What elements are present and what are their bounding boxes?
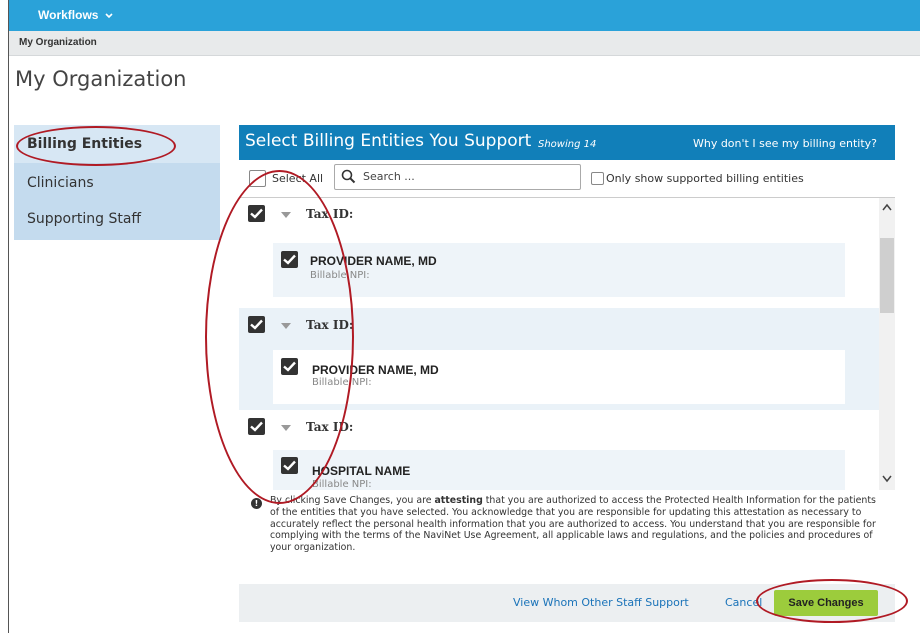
attestation-notice: ! By clicking Save Changes, you are atte… <box>239 492 895 582</box>
collapse-triangle-icon[interactable] <box>281 425 291 431</box>
entity-group-checkbox[interactable] <box>248 316 265 333</box>
search-input[interactable] <box>361 169 575 184</box>
scroll-down-icon[interactable] <box>882 472 892 486</box>
scroll-up-icon[interactable] <box>882 200 892 214</box>
list-scrollbar[interactable] <box>879 198 895 490</box>
sidebar-item-supporting-staff[interactable]: Supporting Staff <box>27 211 141 227</box>
panel-title: Select Billing Entities You Support <box>245 131 532 151</box>
sidebar: Billing Entities Clinicians Supporting S… <box>14 125 220 240</box>
tax-id-label: Tax ID: <box>306 318 354 332</box>
provider-name: PROVIDER NAME, MD <box>310 254 437 268</box>
npi-label: Billable NPI: <box>312 479 372 490</box>
page-left-border <box>8 0 9 633</box>
tax-id-label: Tax ID: <box>306 207 354 221</box>
top-nav-bar: Workflows <box>9 0 920 31</box>
entity-group-checkbox[interactable] <box>248 205 265 222</box>
entity-group-header: Tax ID: <box>239 411 879 443</box>
why-link[interactable]: Why don't I see my billing entity? <box>693 137 877 150</box>
workflows-label: Workflows <box>38 8 99 22</box>
showing-count: Showing 14 <box>538 139 597 150</box>
entity-group-header: Tax ID: <box>239 198 879 230</box>
billing-entities-panel: Select Billing Entities You Support Show… <box>239 125 895 622</box>
sidebar-item-billing-entities[interactable]: Billing Entities <box>27 136 142 152</box>
breadcrumb: My Organization <box>9 31 920 56</box>
scrollbar-thumb[interactable] <box>880 238 894 313</box>
attestation-text: By clicking Save Changes, you are attest… <box>270 495 882 554</box>
page-title: My Organization <box>15 67 187 91</box>
tax-id-label: Tax ID: <box>306 420 354 434</box>
entity-card: PROVIDER NAME, MD Billable NPI: <box>273 350 845 404</box>
workflows-menu[interactable]: Workflows <box>38 8 113 22</box>
provider-name: PROVIDER NAME, MD <box>312 363 439 377</box>
only-supported-checkbox[interactable] <box>591 172 604 185</box>
panel-header: Select Billing Entities You Support Show… <box>239 125 895 160</box>
cancel-link[interactable]: Cancel <box>725 596 762 609</box>
filter-toolbar: Select All Only show supported billing e… <box>239 160 895 198</box>
info-icon: ! <box>251 498 262 509</box>
entity-group-header: Tax ID: <box>239 308 879 340</box>
select-all-checkbox[interactable] <box>249 170 266 187</box>
sidebar-item-clinicians[interactable]: Clinicians <box>27 175 94 191</box>
npi-label: Billable NPI: <box>310 270 370 281</box>
attestation-text-bold: attesting <box>434 495 483 506</box>
save-changes-button[interactable]: Save Changes <box>774 590 878 616</box>
entity-checkbox[interactable] <box>281 457 298 474</box>
provider-name: HOSPITAL NAME <box>312 464 411 478</box>
entity-checkbox[interactable] <box>281 358 298 375</box>
entity-checkbox[interactable] <box>281 251 298 268</box>
entity-card: PROVIDER NAME, MD Billable NPI: <box>273 243 845 297</box>
entity-card: HOSPITAL NAME Billable NPI: <box>273 450 845 490</box>
attestation-text-before: By clicking Save Changes, you are <box>270 495 435 506</box>
collapse-triangle-icon[interactable] <box>281 212 291 218</box>
chevron-down-icon <box>105 8 113 22</box>
select-all-label: Select All <box>272 172 324 185</box>
breadcrumb-item[interactable]: My Organization <box>19 37 97 48</box>
view-staff-support-link[interactable]: View Whom Other Staff Support <box>513 596 689 609</box>
search-icon <box>341 169 356 188</box>
entity-list: Tax ID: PROVIDER NAME, MD Billable NPI: … <box>239 198 879 490</box>
entity-group-checkbox[interactable] <box>248 418 265 435</box>
npi-label: Billable NPI: <box>312 377 372 388</box>
search-box <box>334 164 581 190</box>
only-supported-label: Only show supported billing entities <box>606 172 804 185</box>
collapse-triangle-icon[interactable] <box>281 323 291 329</box>
panel-footer: View Whom Other Staff Support Cancel Sav… <box>239 584 895 622</box>
